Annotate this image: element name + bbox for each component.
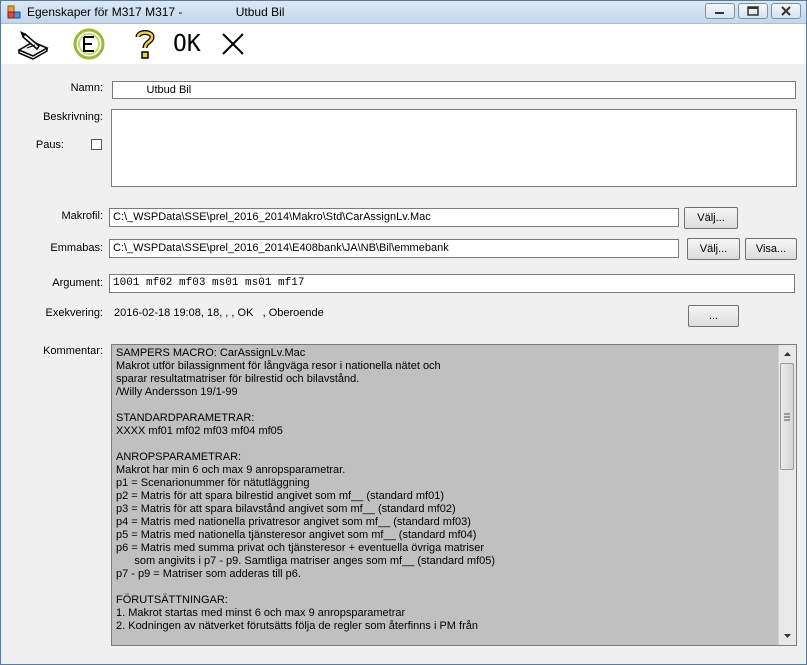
grip-icon bbox=[784, 413, 790, 421]
kommentar-line: 2. Kodningen av nätverket förutsätts föl… bbox=[116, 620, 478, 632]
pen-notepad-icon bbox=[17, 30, 49, 60]
makrofil-label: Makrofil: bbox=[61, 210, 103, 222]
argument-input[interactable]: 1001 mf02 mf03 ms01 ms01 mf17 bbox=[109, 274, 795, 293]
beskrivning-textarea[interactable] bbox=[111, 109, 797, 187]
minimize-icon bbox=[715, 12, 724, 14]
emmabas-valj-button[interactable]: Välj... bbox=[687, 238, 740, 260]
kommentar-line: Makrot har min 6 och max 9 anropsparamet… bbox=[116, 464, 346, 476]
visa-button[interactable]: Visa... bbox=[745, 238, 797, 260]
title-bar[interactable]: Egenskaper för M317 M317 - Utbud Bil bbox=[1, 1, 806, 24]
kommentar-line bbox=[116, 581, 776, 594]
paus-checkbox[interactable] bbox=[91, 139, 102, 150]
cancel-button[interactable] bbox=[215, 26, 251, 62]
kommentar-line: 1. Makrot startas med minst 6 och max 9 … bbox=[116, 607, 406, 619]
paus-label: Paus: bbox=[35, 139, 64, 151]
properties-form: Namn: Utbud Bil Beskrivning: Paus: Makro… bbox=[1, 64, 806, 664]
kommentar-line: p1 = Scenarionummer för nätutläggning bbox=[116, 477, 310, 489]
app-icon bbox=[7, 5, 21, 19]
window-title: Egenskaper för M317 M317 - Utbud Bil bbox=[27, 5, 285, 19]
maximize-icon bbox=[747, 6, 759, 16]
scrollbar-thumb[interactable] bbox=[780, 363, 794, 470]
toolbar: OK bbox=[1, 24, 806, 64]
question-mark-icon bbox=[135, 30, 155, 59]
kommentar-text: SAMPERS MACRO: CarAssignLv.Mac Makrot utf… bbox=[116, 347, 776, 633]
kommentar-line: p6 = Matris med summa privat och tjänste… bbox=[116, 542, 485, 554]
namn-input[interactable]: Utbud Bil bbox=[112, 81, 796, 99]
exekvering-label: Exekvering: bbox=[45, 307, 103, 319]
exekvering-details-button[interactable]: ... bbox=[688, 305, 739, 327]
kommentar-line: ANROPSPARAMETRAR: bbox=[116, 451, 242, 463]
kommentar-line: p3 = Matris för att spara bilavstånd ang… bbox=[116, 503, 456, 515]
kommentar-line: p2 = Matris för att spara bilrestid angi… bbox=[116, 490, 445, 502]
emme-button[interactable] bbox=[71, 26, 107, 62]
kommentar-line: SAMPERS MACRO: CarAssignLv.Mac bbox=[116, 347, 306, 359]
ok-label: OK bbox=[173, 31, 201, 57]
makrofil-input[interactable]: C:\_WSPData\SSE\prel_2016_2014\Makro\Std… bbox=[109, 208, 679, 227]
edit-macro-button[interactable] bbox=[15, 26, 51, 62]
kommentar-line bbox=[116, 438, 776, 451]
kommentar-line: p7 - p9 = Matriser som adderas till p6. bbox=[116, 568, 301, 580]
kommentar-line: p5 = Matris med nationella tjänsteresor … bbox=[116, 529, 477, 541]
kommentar-textarea[interactable]: SAMPERS MACRO: CarAssignLv.Mac Makrot utf… bbox=[111, 344, 797, 646]
kommentar-line: XXXX mf01 mf02 mf03 mf04 mf05 bbox=[116, 425, 283, 437]
kommentar-line: FÖRUTSÄTTNINGAR: bbox=[116, 594, 228, 606]
minimize-button[interactable] bbox=[705, 3, 735, 19]
beskrivning-label: Beskrivning: bbox=[43, 111, 103, 123]
kommentar-line bbox=[116, 399, 776, 412]
maximize-button[interactable] bbox=[738, 3, 768, 19]
cancel-x-icon bbox=[222, 33, 244, 55]
ok-button[interactable]: OK bbox=[169, 26, 209, 62]
emme-logo-icon bbox=[73, 28, 105, 60]
argument-label: Argument: bbox=[52, 277, 103, 289]
emmabas-input[interactable]: C:\_WSPData\SSE\prel_2016_2014\E408bank\… bbox=[109, 239, 679, 258]
close-window-button[interactable] bbox=[771, 3, 801, 19]
namn-label: Namn: bbox=[70, 82, 103, 94]
emmabas-label: Emmabas: bbox=[50, 242, 103, 254]
kommentar-line: STANDARDPARAMETRAR: bbox=[116, 412, 255, 424]
kommentar-scrollbar[interactable] bbox=[778, 345, 796, 645]
kommentar-line: som angivits i p7 - p9. Samtliga matrise… bbox=[116, 555, 496, 567]
exekvering-value: 2016-02-18 19:08, 18, , , OK , Oberoende bbox=[114, 307, 324, 319]
kommentar-line: Makrot utför bilassignment för långväga … bbox=[116, 360, 441, 372]
kommentar-line: /Willy Andersson 19/1-99 bbox=[116, 386, 238, 398]
scroll-up-icon[interactable] bbox=[779, 345, 796, 362]
help-button[interactable] bbox=[127, 26, 163, 62]
kommentar-label: Kommentar: bbox=[43, 345, 103, 357]
scroll-down-icon[interactable] bbox=[779, 628, 796, 645]
properties-window: Egenskaper för M317 M317 - Utbud Bil OK … bbox=[0, 0, 807, 665]
kommentar-line: sparar resultatmatriser för bilrestid oc… bbox=[116, 373, 360, 385]
makrofil-valj-button[interactable]: Välj... bbox=[684, 207, 738, 229]
kommentar-line: p4 = Matris med nationella privatresor a… bbox=[116, 516, 471, 528]
close-icon bbox=[781, 6, 791, 16]
